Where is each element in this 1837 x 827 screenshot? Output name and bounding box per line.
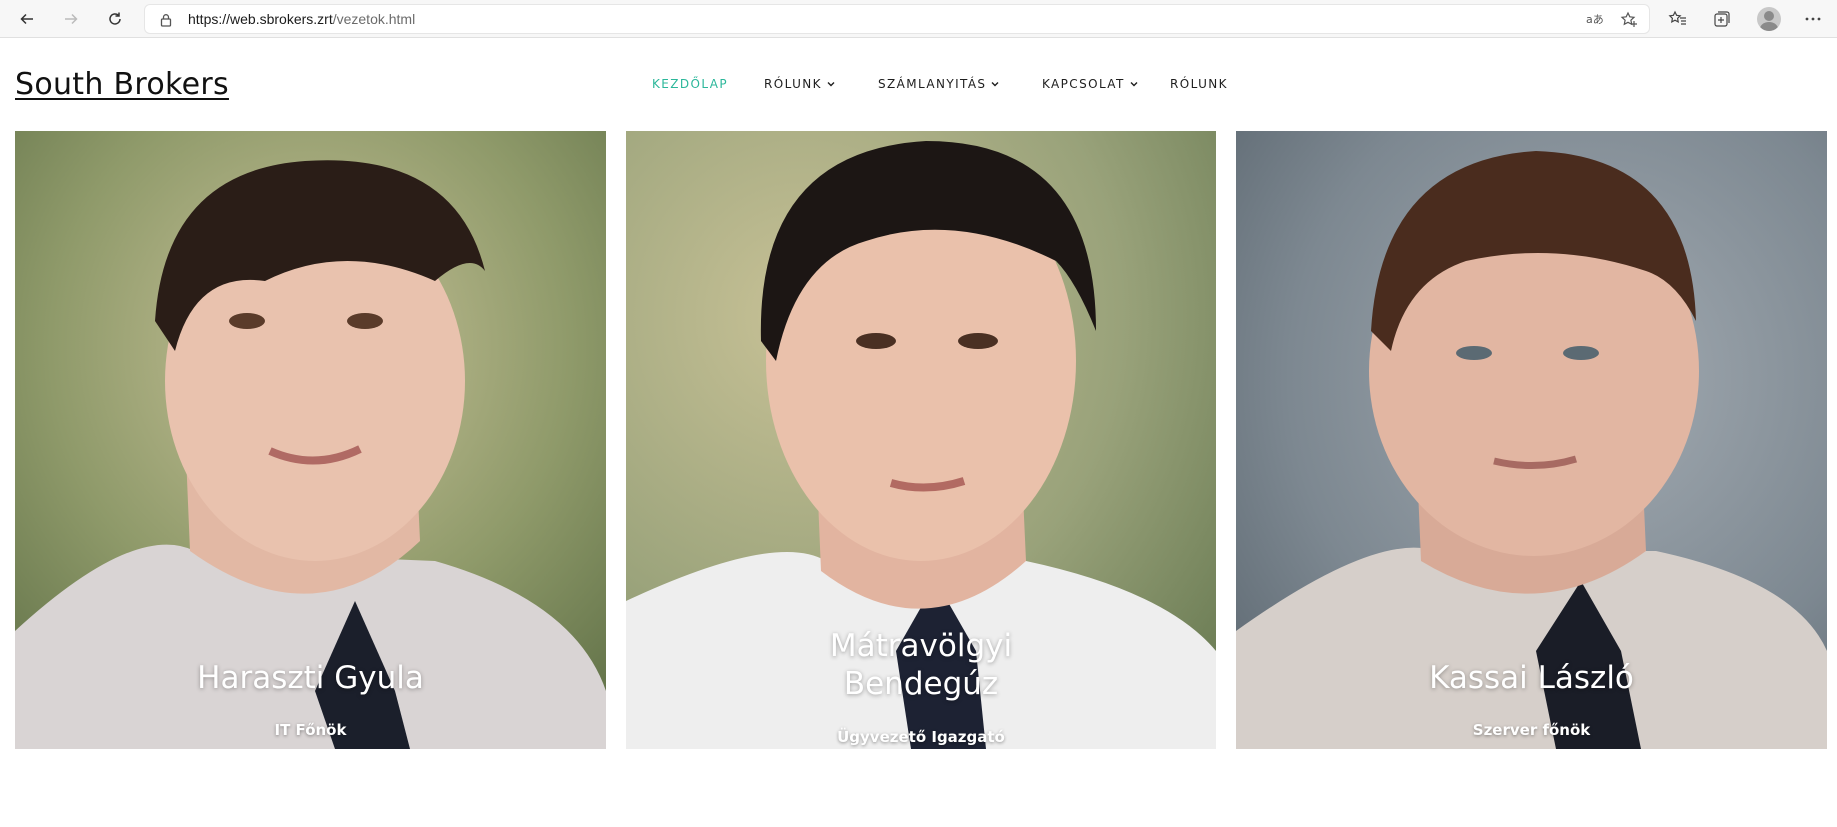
site-header: South Brokers KEZDŐLAP RÓLUNK SZÁMLANYIT…: [0, 39, 1837, 131]
member-name-line2: Bendegúz: [843, 666, 999, 702]
back-icon[interactable]: [13, 5, 41, 33]
portrait-photo: [15, 131, 606, 749]
member-name: Kassai László: [1429, 660, 1634, 696]
member-name-line1: Mátravölgyi: [829, 628, 1013, 664]
nav-kapcsolat-dropdown[interactable]: KAPCSOLAT: [1042, 77, 1139, 91]
url-path: /vezetok.html: [332, 11, 416, 27]
nav-rolunk-dropdown[interactable]: RÓLUNK: [764, 77, 836, 91]
chevron-down-icon: [991, 82, 999, 87]
svg-text:aあ: aあ: [1586, 13, 1603, 26]
browser-toolbar: https://web.sbrokers.zrt/vezetok.html aあ: [0, 0, 1837, 38]
collections-icon[interactable]: [1710, 7, 1734, 31]
read-aloud-icon[interactable]: aあ: [1585, 11, 1603, 29]
member-role: IT Főnök: [274, 721, 347, 739]
member-name: Haraszti Gyula: [197, 660, 424, 696]
nav-label: SZÁMLANYITÁS: [878, 77, 987, 91]
url-host: https://web.sbrokers.zrt: [188, 11, 333, 27]
chevron-down-icon: [1130, 82, 1138, 87]
nav-kezdolap[interactable]: KEZDŐLAP: [652, 77, 728, 91]
lock-icon[interactable]: [159, 12, 173, 27]
nav-label: RÓLUNK: [764, 77, 822, 91]
favorites-icon[interactable]: [1666, 7, 1690, 31]
portrait-photo: [1236, 131, 1827, 749]
team-card[interactable]: Mátravölgyi Bendegúz Ügyvezető Igazgató: [626, 131, 1216, 749]
chevron-down-icon: [827, 82, 835, 87]
nav-label: KEZDŐLAP: [652, 77, 728, 91]
team-card[interactable]: Kassai László Szerver főnök: [1236, 131, 1827, 749]
member-role: Ügyvezető Igazgató: [837, 728, 1005, 746]
brand-logo[interactable]: South Brokers: [15, 67, 229, 102]
forward-icon[interactable]: [57, 5, 85, 33]
member-role: Szerver főnök: [1472, 721, 1591, 739]
url-text[interactable]: https://web.sbrokers.zrt/vezetok.html: [188, 11, 415, 27]
team-card[interactable]: Haraszti Gyula IT Főnök: [15, 131, 606, 749]
favorite-add-icon[interactable]: [1620, 11, 1638, 29]
nav-rolunk[interactable]: RÓLUNK: [1170, 77, 1228, 91]
refresh-icon[interactable]: [101, 5, 129, 33]
nav-label: KAPCSOLAT: [1042, 77, 1125, 91]
more-icon[interactable]: [1801, 7, 1825, 31]
nav-label: RÓLUNK: [1170, 77, 1228, 91]
nav-szamlanyitas-dropdown[interactable]: SZÁMLANYITÁS: [878, 77, 1000, 91]
address-bar[interactable]: https://web.sbrokers.zrt/vezetok.html aあ: [144, 4, 1650, 34]
profile-avatar[interactable]: [1757, 7, 1781, 31]
